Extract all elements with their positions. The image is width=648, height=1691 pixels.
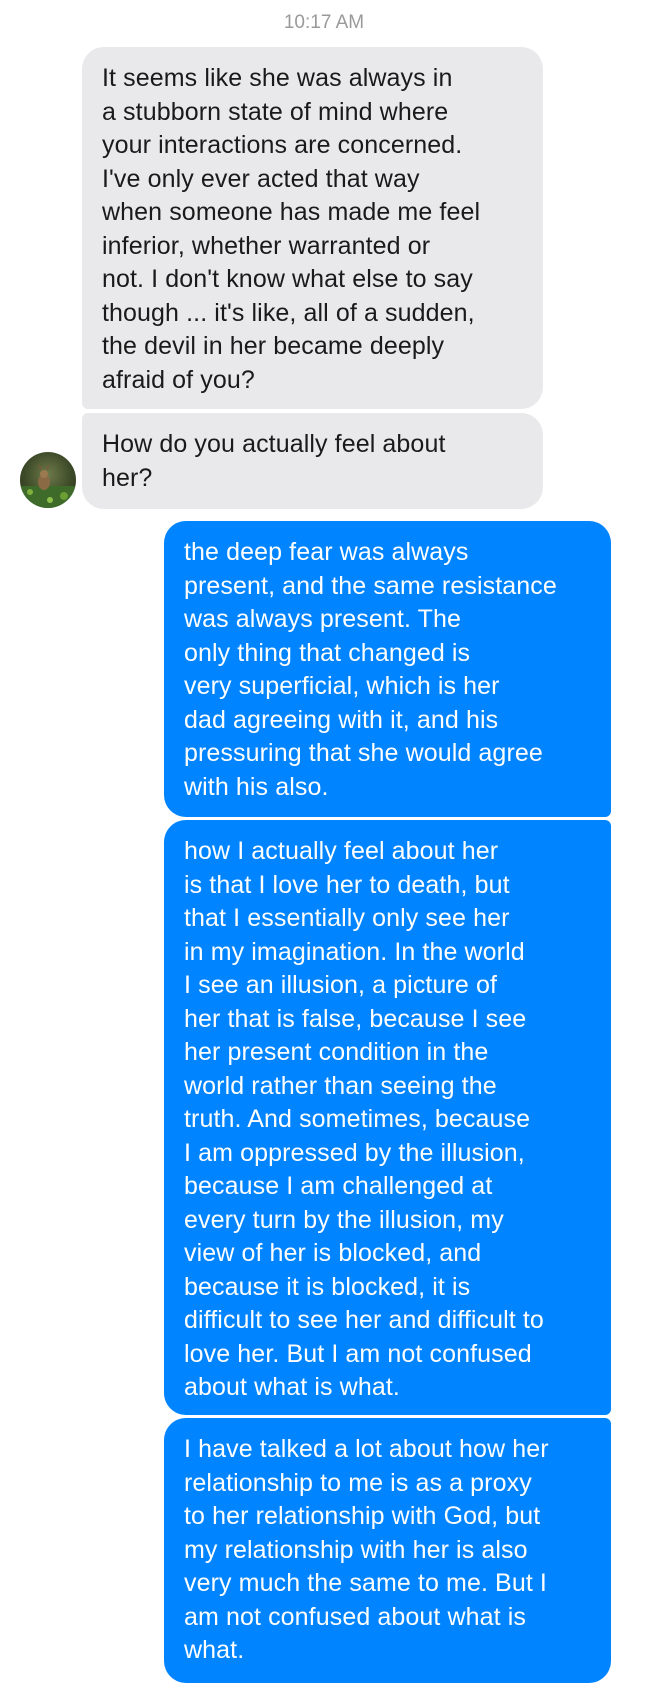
incoming-message-bubble[interactable]: It seems like she was always in a stubbo… bbox=[82, 47, 543, 409]
message-text: I have talked a lot about how her relati… bbox=[184, 1435, 549, 1664]
outgoing-message-bubble[interactable]: I have talked a lot about how her relati… bbox=[164, 1418, 611, 1683]
incoming-message-bubble[interactable]: How do you actually feel about her? bbox=[82, 413, 543, 509]
contact-avatar[interactable] bbox=[20, 452, 76, 508]
message-text: the deep fear was always present, and th… bbox=[184, 538, 557, 801]
outgoing-message-bubble[interactable]: the deep fear was always present, and th… bbox=[164, 521, 611, 817]
message-text: It seems like she was always in a stubbo… bbox=[102, 64, 481, 394]
message-text: how I actually feel about her is that I … bbox=[184, 837, 544, 1401]
outgoing-message-bubble[interactable]: how I actually feel about her is that I … bbox=[164, 820, 611, 1415]
timestamp: 10:17 AM bbox=[283, 12, 365, 33]
message-text: How do you actually feel about her? bbox=[102, 430, 446, 492]
nature-photo-avatar-icon bbox=[20, 452, 76, 508]
